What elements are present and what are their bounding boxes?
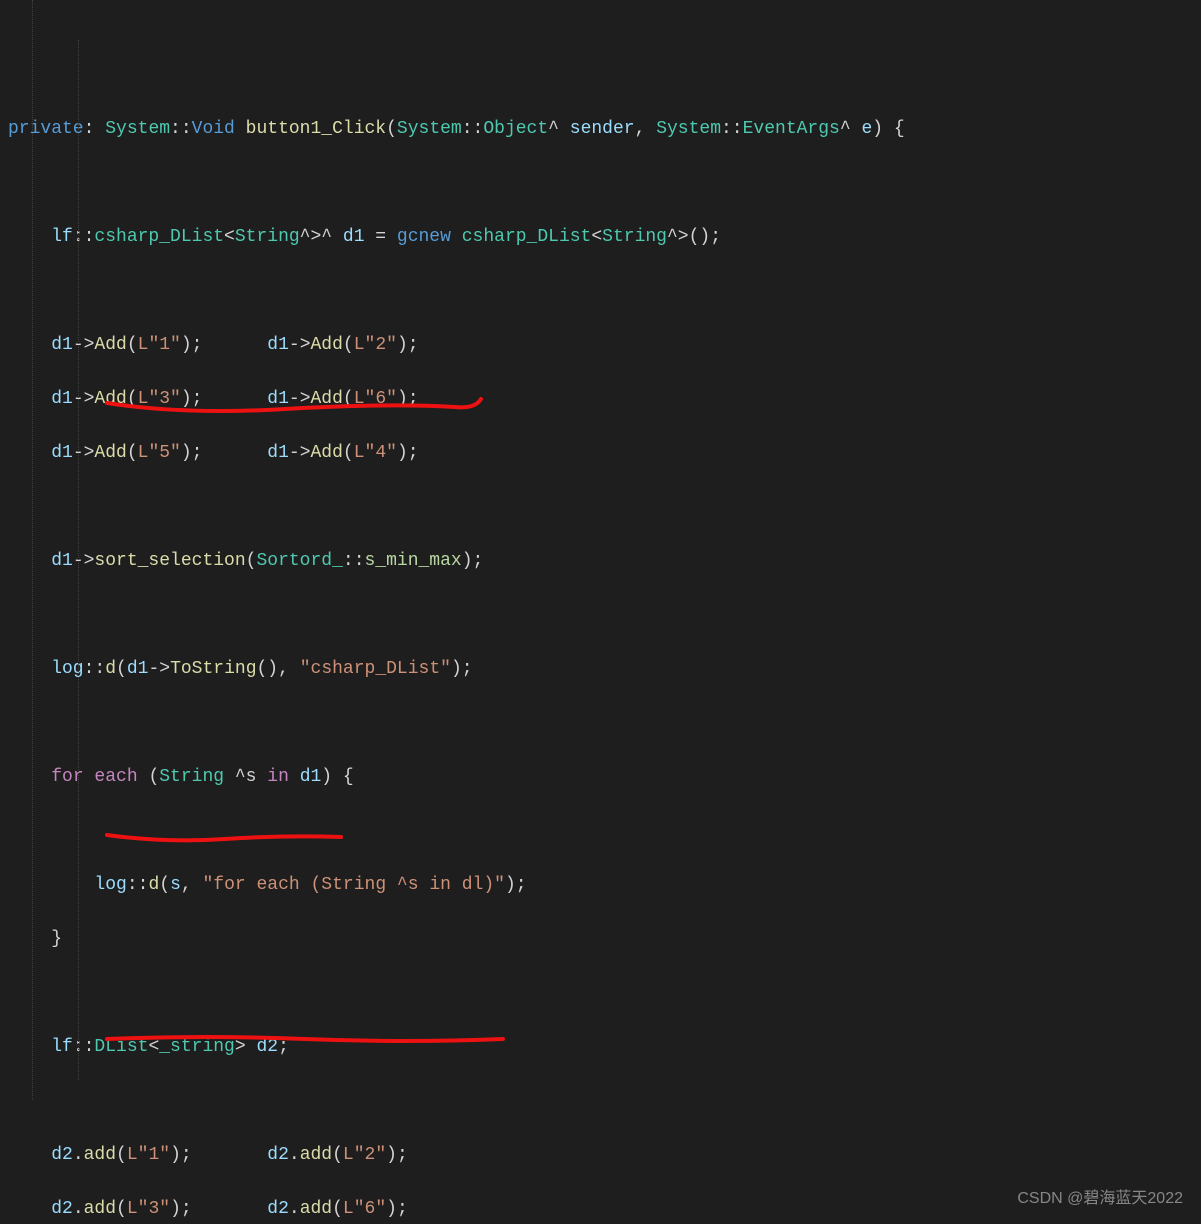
code-line: d1->Add(L"5"); d1->Add(L"4"); xyxy=(8,440,1201,467)
code-line: d1->Add(L"3"); d1->Add(L"6"); xyxy=(8,386,1201,413)
code-line: d1->sort_selection(Sortord_::s_min_max); xyxy=(8,548,1201,575)
indent-guide xyxy=(32,0,33,1100)
code-line: d2.add(L"1"); d2.add(L"2"); xyxy=(8,1142,1201,1169)
code-line: log::d(d1->ToString(), "csharp_DList"); xyxy=(8,656,1201,683)
code-line: lf::csharp_DList<String^>^ d1 = gcnew cs… xyxy=(8,224,1201,251)
code-line: for each (String ^s in d1) { xyxy=(8,764,1201,791)
code-line: private: System::Void button1_Click(Syst… xyxy=(8,116,1201,143)
code-line: log::d(s, "for each (String ^s in dl)"); xyxy=(8,872,1201,899)
code-line: } xyxy=(8,926,1201,953)
code-line: lf::DList<_string> d2; xyxy=(8,1034,1201,1061)
code-line: d1->Add(L"1"); d1->Add(L"2"); xyxy=(8,332,1201,359)
code-editor: private: System::Void button1_Click(Syst… xyxy=(0,0,1201,1224)
indent-guide xyxy=(78,40,79,1080)
watermark: CSDN @碧海蓝天2022 xyxy=(1017,1185,1183,1212)
